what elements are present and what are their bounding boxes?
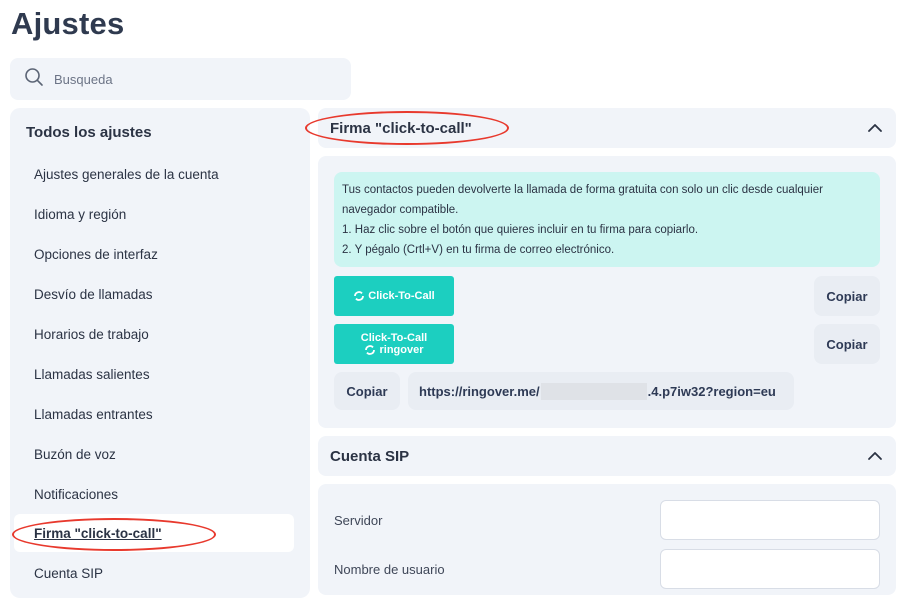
sidebar-item-salientes[interactable]: Llamadas salientes [14,356,294,392]
chevron-up-icon[interactable] [866,119,884,137]
search-bar[interactable] [10,58,351,100]
signature-url-field[interactable]: https://ringover.me/ .4.p7iw32?region=eu [408,372,794,410]
username-label: Nombre de usuario [334,562,445,577]
click-to-call-button-branded[interactable]: Click-To-Call ringover [334,324,454,364]
info-line: Tus contactos pueden devolverte la llama… [342,184,823,196]
sidebar-item-ajustes-generales[interactable]: Ajustes generales de la cuenta [14,156,294,192]
sidebar-item-notificaciones[interactable]: Notificaciones [14,476,294,512]
sidebar-title: Todos los ajustes [26,124,152,141]
url-suffix: .4.p7iw32?region=eu [647,383,776,399]
ringover-logo-icon [354,291,365,301]
sidebar-item-interfaz[interactable]: Opciones de interfaz [14,236,294,272]
sip-section-title: Cuenta SIP [330,447,410,465]
settings-sidebar: Todos los ajustes Ajustes generales de l… [10,108,310,598]
info-box: Tus contactos pueden devolverte la llama… [334,172,880,267]
firma-section-header[interactable]: Firma "click-to-call" [318,108,896,148]
click-to-call-label: Click-To-Call [360,332,428,344]
sidebar-item-buzon[interactable]: Buzón de voz [14,436,294,472]
chevron-up-icon[interactable] [866,447,884,465]
copy-button-simple[interactable]: Copiar [814,276,880,316]
search-input[interactable] [54,71,334,87]
search-icon [24,67,44,92]
firma-section-title: Firma "click-to-call" [330,119,472,137]
sidebar-item-sip[interactable]: Cuenta SIP [14,555,294,591]
redacted-block [540,382,647,400]
click-to-call-button-simple[interactable]: Click-To-Call [334,276,454,316]
ringover-logo-icon [365,345,376,355]
copy-url-button[interactable]: Copiar [334,372,400,410]
url-prefix: https://ringover.me/ [419,383,540,399]
servidor-label: Servidor [334,513,383,528]
info-line: 2. Y pégalo (Crtl+V) en tu firma de corr… [342,244,615,256]
click-to-call-label: Click-To-Call [368,290,435,302]
username-field[interactable] [660,549,880,589]
servidor-field[interactable] [660,500,880,540]
page-title: Ajustes [11,6,125,41]
info-line: 1. Haz clic sobre el botón que quieres i… [342,224,699,236]
info-line: navegador compatible. [342,204,459,216]
sidebar-item-idioma[interactable]: Idioma y región [14,196,294,232]
sip-section-body: Servidor Nombre de usuario [318,484,896,595]
sip-section-header[interactable]: Cuenta SIP [318,436,896,476]
sidebar-item-horarios[interactable]: Horarios de trabajo [14,316,294,352]
sidebar-item-entrantes[interactable]: Llamadas entrantes [14,396,294,432]
firma-section-body: Tus contactos pueden devolverte la llama… [318,156,896,428]
sidebar-item-firma[interactable]: Firma "click-to-call" [14,514,294,552]
ringover-brand-text: ringover [379,344,424,356]
sidebar-item-desvio[interactable]: Desvío de llamadas [14,276,294,312]
copy-button-branded[interactable]: Copiar [814,324,880,364]
